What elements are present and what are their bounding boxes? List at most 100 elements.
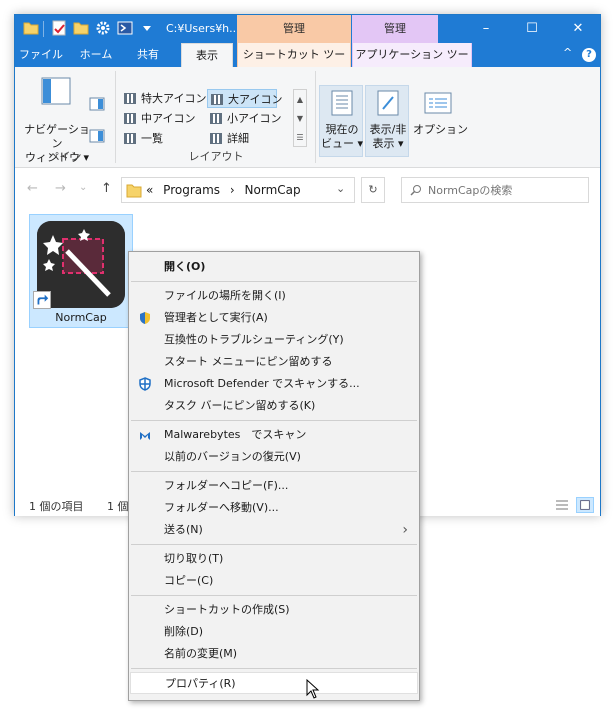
menu-item-properties[interactable]: プロパティ(R) — [130, 672, 418, 694]
preview-pane-icon[interactable] — [89, 97, 105, 111]
refresh-button[interactable]: ↻ — [361, 177, 385, 203]
pane-group-label: ペイン — [48, 150, 82, 163]
context-tab-app-manage[interactable]: 管理 — [352, 15, 438, 43]
menu-item-pin-to-taskbar[interactable]: タスク バーにピン留めする(K) — [130, 395, 418, 417]
menu-item-run-as-admin[interactable]: 管理者として実行(A) — [130, 307, 418, 329]
tab-home[interactable]: ホーム — [69, 43, 123, 67]
layout-option-label: 一覧 — [141, 132, 163, 145]
back-button[interactable]: ← — [27, 181, 38, 196]
forward-button[interactable]: → — [55, 181, 66, 196]
ribbon: ナビゲーション ウィンドウ ▾ ペイン 特大アイコン 大アイコン 中アイコン 小… — [15, 67, 600, 168]
search-input[interactable] — [428, 181, 583, 199]
layout-medium-icons[interactable]: 中アイコン — [121, 109, 205, 128]
menu-item-copy-to-folder[interactable]: フォルダーへコピー(F)... — [130, 475, 418, 497]
menu-item-move-to-folder[interactable]: フォルダーへ移動(V)... — [130, 497, 418, 519]
minimize-button[interactable]: – — [463, 15, 509, 43]
menu-separator — [131, 281, 417, 282]
menu-item-open[interactable]: 開く(O) — [130, 256, 418, 278]
options-button[interactable]: オプション — [413, 123, 468, 137]
properties-icon[interactable] — [51, 20, 67, 36]
menu-item-defender-scan[interactable]: Microsoft Defender でスキャンする... — [130, 373, 418, 395]
menu-item-send-to[interactable]: 送る(N) › — [130, 519, 418, 541]
menu-item-label: 互換性のトラブルシューティング(Y) — [164, 333, 344, 346]
menu-item-label: ファイルの場所を開く(I) — [164, 289, 286, 302]
current-view-icon — [331, 90, 353, 116]
context-tab-shortcut-manage[interactable]: 管理 — [237, 15, 351, 43]
up-button[interactable]: ↑ — [101, 181, 112, 196]
layout-option-label: 詳細 — [227, 132, 249, 145]
breadcrumb-overflow[interactable]: « — [146, 183, 153, 197]
layout-option-label: 中アイコン — [141, 112, 196, 125]
menu-item-copy[interactable]: コピー(C) — [130, 570, 418, 592]
close-button[interactable]: ✕ — [555, 15, 601, 43]
menu-item-label: 送る(N) — [164, 523, 203, 536]
menu-item-open-file-location[interactable]: ファイルの場所を開く(I) — [130, 285, 418, 307]
menu-item-pin-to-start[interactable]: スタート メニューにピン留めする — [130, 351, 418, 373]
tab-view[interactable]: 表示 — [181, 43, 233, 67]
gear-icon[interactable] — [95, 20, 111, 36]
details-view-icon[interactable] — [554, 498, 570, 512]
context-menu: 開く(O) ファイルの場所を開く(I) 管理者として実行(A) 互換性のトラブル… — [128, 251, 420, 701]
breadcrumb-normcap[interactable]: NormCap — [245, 183, 301, 197]
tab-shortcut-tools[interactable]: ショートカット ツール — [237, 43, 351, 84]
group-divider — [115, 71, 116, 163]
folder-icon — [23, 22, 39, 35]
layout-list[interactable]: 一覧 — [121, 129, 205, 148]
menu-item-malwarebytes-scan[interactable]: Malwarebytes でスキャン — [130, 424, 418, 446]
menu-item-label: プロパティ(R) — [165, 677, 236, 690]
menu-item-compat-troubleshoot[interactable]: 互換性のトラブルシューティング(Y) — [130, 329, 418, 351]
recent-locations-button[interactable]: ⌄ — [79, 182, 87, 193]
breadcrumb-programs[interactable]: Programs — [163, 183, 220, 197]
menu-item-label: Malwarebytes でスキャン — [164, 428, 307, 441]
submenu-arrow-icon: › — [402, 522, 408, 538]
powershell-icon[interactable] — [117, 20, 133, 36]
layout-option-label: 小アイコン — [227, 112, 282, 125]
layout-extra-large-icons[interactable]: 特大アイコン — [121, 89, 207, 108]
menu-item-label: ショートカットの作成(S) — [164, 603, 290, 616]
menu-item-create-shortcut[interactable]: ショートカットの作成(S) — [130, 599, 418, 621]
extra-large-icons-icon — [124, 93, 136, 104]
ribbon-collapse-button[interactable]: ^ — [563, 46, 572, 59]
menu-separator — [131, 544, 417, 545]
tab-share[interactable]: 共有 — [125, 43, 171, 67]
address-input[interactable]: « Programs › NormCap ⌄ — [121, 177, 355, 203]
search-icon — [410, 185, 421, 196]
show-hide-button[interactable]: 表示/非 表示 ▾ — [365, 123, 411, 151]
file-item-normcap[interactable]: NormCap — [29, 214, 133, 328]
menu-item-restore-previous-versions[interactable]: 以前のバージョンの復元(V) — [130, 446, 418, 468]
new-folder-icon[interactable] — [73, 20, 89, 36]
menu-item-label: 管理者として実行(A) — [164, 311, 268, 324]
layout-large-icons[interactable]: 大アイコン — [207, 89, 282, 108]
menu-item-label: Microsoft Defender でスキャンする... — [164, 377, 360, 390]
navigation-pane-icon — [41, 77, 71, 105]
layout-option-label: 大アイコン — [228, 93, 283, 106]
layout-option-label: 特大アイコン — [141, 92, 207, 105]
breadcrumb: « Programs › NormCap — [146, 183, 301, 197]
details-pane-icon[interactable] — [89, 129, 105, 143]
layout-small-icons[interactable]: 小アイコン — [207, 109, 281, 128]
shield-icon — [140, 312, 150, 324]
breadcrumb-separator[interactable]: › — [230, 183, 235, 197]
help-icon[interactable]: ? — [582, 48, 596, 62]
menu-item-label: タスク バーにピン留めする(K) — [164, 399, 316, 412]
menu-item-rename[interactable]: 名前の変更(M) — [130, 643, 418, 665]
layout-group-label: レイアウト — [188, 150, 244, 163]
menu-item-label: 開く(O) — [164, 260, 206, 273]
details-icon — [210, 133, 222, 144]
layout-details[interactable]: 詳細 — [207, 129, 277, 148]
mouse-cursor-icon — [306, 679, 320, 699]
search-box[interactable] — [401, 177, 589, 203]
small-icons-icon — [210, 113, 222, 124]
maximize-button[interactable]: ☐ — [509, 15, 555, 43]
qat-dropdown-icon[interactable] — [139, 20, 155, 36]
current-view-button[interactable]: 現在の ビュー ▾ — [319, 123, 365, 151]
menu-item-label: 削除(D) — [164, 625, 204, 638]
large-icons-view-icon[interactable] — [576, 497, 594, 513]
tab-application-tools[interactable]: アプリケーション ツール — [352, 43, 472, 84]
menu-item-cut[interactable]: 切り取り(T) — [130, 548, 418, 570]
ribbon-tabs: ファイル ホーム 共有 表示 ショートカット ツール アプリケーション ツール … — [15, 43, 600, 84]
menu-item-delete[interactable]: 削除(D) — [130, 621, 418, 643]
address-dropdown-button[interactable]: ⌄ — [336, 182, 345, 195]
tab-file[interactable]: ファイル — [15, 43, 67, 67]
layout-scroll-buttons[interactable]: ▲ ▼ ☰ — [293, 89, 307, 147]
